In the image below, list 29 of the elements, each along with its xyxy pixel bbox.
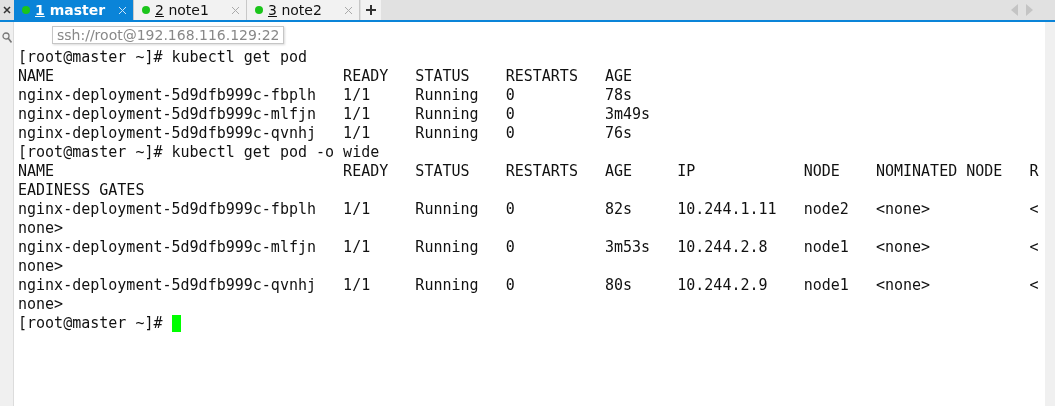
arrow-left-icon[interactable]	[1011, 4, 1018, 16]
terminal-line: nginx-deployment-5d9dfb999c-qvnhj 1/1 Running 0 80s 10.244.2.9 node1 <none> <	[18, 276, 1039, 295]
terminal-line: [root@master ~]# kubectl get pod	[18, 48, 307, 67]
terminal-line: nginx-deployment-5d9dfb999c-mlfjn 1/1 Running 0 3m49s	[18, 105, 651, 124]
tab[interactable]: 3 note2	[247, 0, 360, 20]
search-icon[interactable]	[1, 32, 12, 44]
terminal-line: nginx-deployment-5d9dfb999c-qvnhj 1/1 Running 0 76s	[18, 124, 633, 143]
terminal-line: nginx-deployment-5d9dfb999c-fbplh 1/1 Running 0 78s	[18, 86, 633, 105]
scrollbar[interactable]	[1045, 22, 1055, 406]
close-icon[interactable]	[3, 6, 11, 14]
terminal-line: EADINESS GATES	[18, 181, 145, 200]
terminal-line: NAME READY STATUS RESTARTS AGE	[18, 67, 633, 86]
terminal-line: nginx-deployment-5d9dfb999c-mlfjn 1/1 Running 0 3m53s 10.244.2.8 node1 <none> <	[18, 238, 1039, 257]
terminal-line: [root@master ~]# kubectl get pod -o wide	[18, 143, 380, 162]
terminal-line: none>	[18, 295, 64, 314]
new-tab-button[interactable]	[361, 0, 381, 20]
terminal-line: [root@master ~]#	[18, 314, 164, 333]
terminal-line: NAME READY STATUS RESTARTS AGE IP NODE NOMINATED NODE R	[18, 162, 1039, 181]
status-dot-icon	[22, 6, 30, 14]
terminal-line: none>	[18, 257, 64, 276]
status-dot-icon	[255, 6, 263, 14]
tooltip: ssh://root@192.168.116.129:22	[52, 26, 285, 44]
terminal-line: none>	[18, 219, 64, 238]
status-dot-icon	[142, 6, 150, 14]
tab[interactable]: 2 note1	[134, 0, 247, 20]
plus-icon	[365, 4, 377, 16]
terminal-line: nginx-deployment-5d9dfb999c-fbplh 1/1 Running 0 82s 10.244.1.11 node2 <none> <	[18, 200, 1039, 219]
arrow-right-icon[interactable]	[1026, 4, 1033, 16]
tab[interactable]: 1 master	[14, 0, 134, 20]
